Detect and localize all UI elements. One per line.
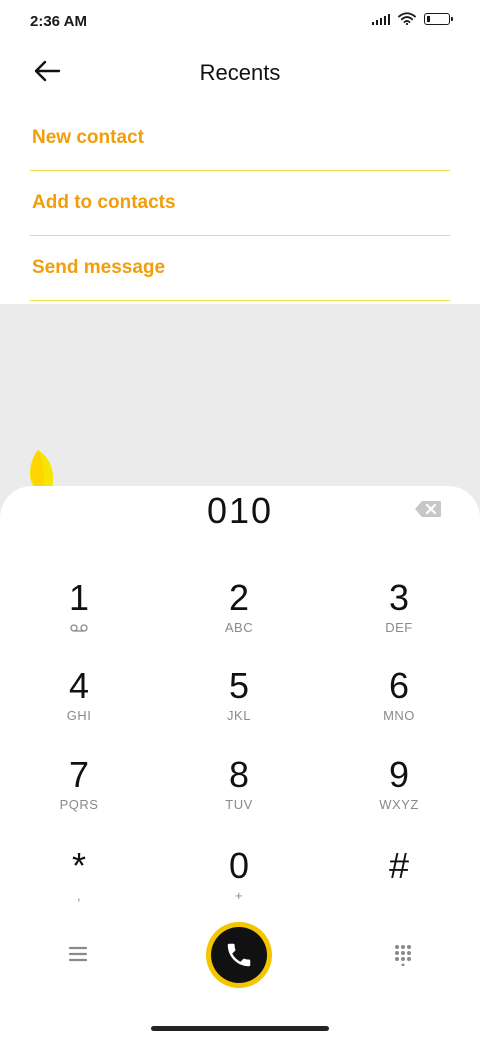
key-2[interactable]: 2 ABC [189, 578, 289, 660]
key-digit: 4 [68, 665, 90, 706]
add-to-contacts-label: Add to contacts [32, 192, 176, 213]
home-indicator[interactable] [151, 1026, 329, 1031]
call-button-inner [211, 927, 267, 983]
key-3[interactable]: 3 DEF [349, 578, 449, 660]
status-bar: 2:36 AM [0, 0, 480, 44]
key-digit: 0 [228, 845, 250, 886]
phone-icon [227, 943, 251, 967]
dialpad-grid-icon[interactable] [392, 944, 414, 966]
key-9[interactable]: 9 WXYZ [349, 755, 449, 837]
key-8[interactable]: 8 TUV [189, 755, 289, 837]
key-6[interactable]: 6 MNO [349, 666, 449, 748]
status-time: 2:36 AM [30, 13, 87, 30]
key-digit: 2 [228, 577, 250, 618]
key-hash[interactable]: # [349, 846, 449, 928]
key-letters: PQRS [59, 797, 99, 812]
key-digit: 5 [228, 665, 250, 706]
key-letters: DEF [385, 620, 413, 635]
key-1[interactable]: 1 [29, 578, 129, 660]
key-4[interactable]: 4 GHI [29, 666, 129, 748]
send-message-button[interactable]: Send message [30, 236, 450, 301]
wifi-icon [398, 12, 416, 25]
key-letters: GHI [66, 708, 92, 723]
new-contact-label: New contact [32, 127, 144, 148]
key-digit: * [71, 845, 86, 886]
key-letters: ABC [224, 620, 254, 635]
key-digit: 7 [68, 754, 90, 795]
key-letters: WXYZ [379, 797, 419, 812]
add-to-contacts-button[interactable]: Add to contacts [30, 171, 450, 236]
signal-icon [372, 13, 390, 25]
call-button[interactable] [206, 922, 272, 988]
key-star[interactable]: * , [29, 846, 129, 928]
key-letters: JKL [227, 708, 251, 723]
key-5[interactable]: 5 JKL [189, 666, 289, 748]
battery-icon [424, 12, 453, 25]
hamburger-menu-icon[interactable] [66, 942, 90, 966]
voicemail-icon [70, 624, 88, 632]
key-letters: TUV [225, 797, 253, 812]
key-0[interactable]: 0 + [189, 846, 289, 928]
dialpad-panel: 010 1 2 ABC 3 DEF 4 GHI 5 JKL 6 MNO 7 PQ… [0, 486, 480, 1040]
new-contact-button[interactable]: New contact [30, 106, 450, 171]
dialed-number: 010 [206, 490, 274, 531]
status-icons [372, 12, 453, 25]
key-digit: 1 [68, 577, 90, 618]
key-digit: 6 [388, 665, 410, 706]
key-digit: 9 [388, 754, 410, 795]
key-digit: 3 [388, 577, 410, 618]
send-message-label: Send message [32, 257, 166, 278]
key-letters: MNO [383, 708, 415, 723]
backspace-icon[interactable] [414, 500, 442, 518]
page-title: Recents [199, 60, 281, 85]
key-letters: , [76, 888, 82, 903]
key-letters: + [234, 888, 244, 903]
key-7[interactable]: 7 PQRS [29, 755, 129, 837]
recents-actions: New contact Add to contacts Send message [30, 106, 450, 301]
app-header: Recents [0, 44, 480, 104]
key-digit: # [388, 845, 410, 886]
top-panel: 2:36 AM Recents New contact Add to conta… [0, 0, 480, 304]
key-digit: 8 [228, 754, 250, 795]
